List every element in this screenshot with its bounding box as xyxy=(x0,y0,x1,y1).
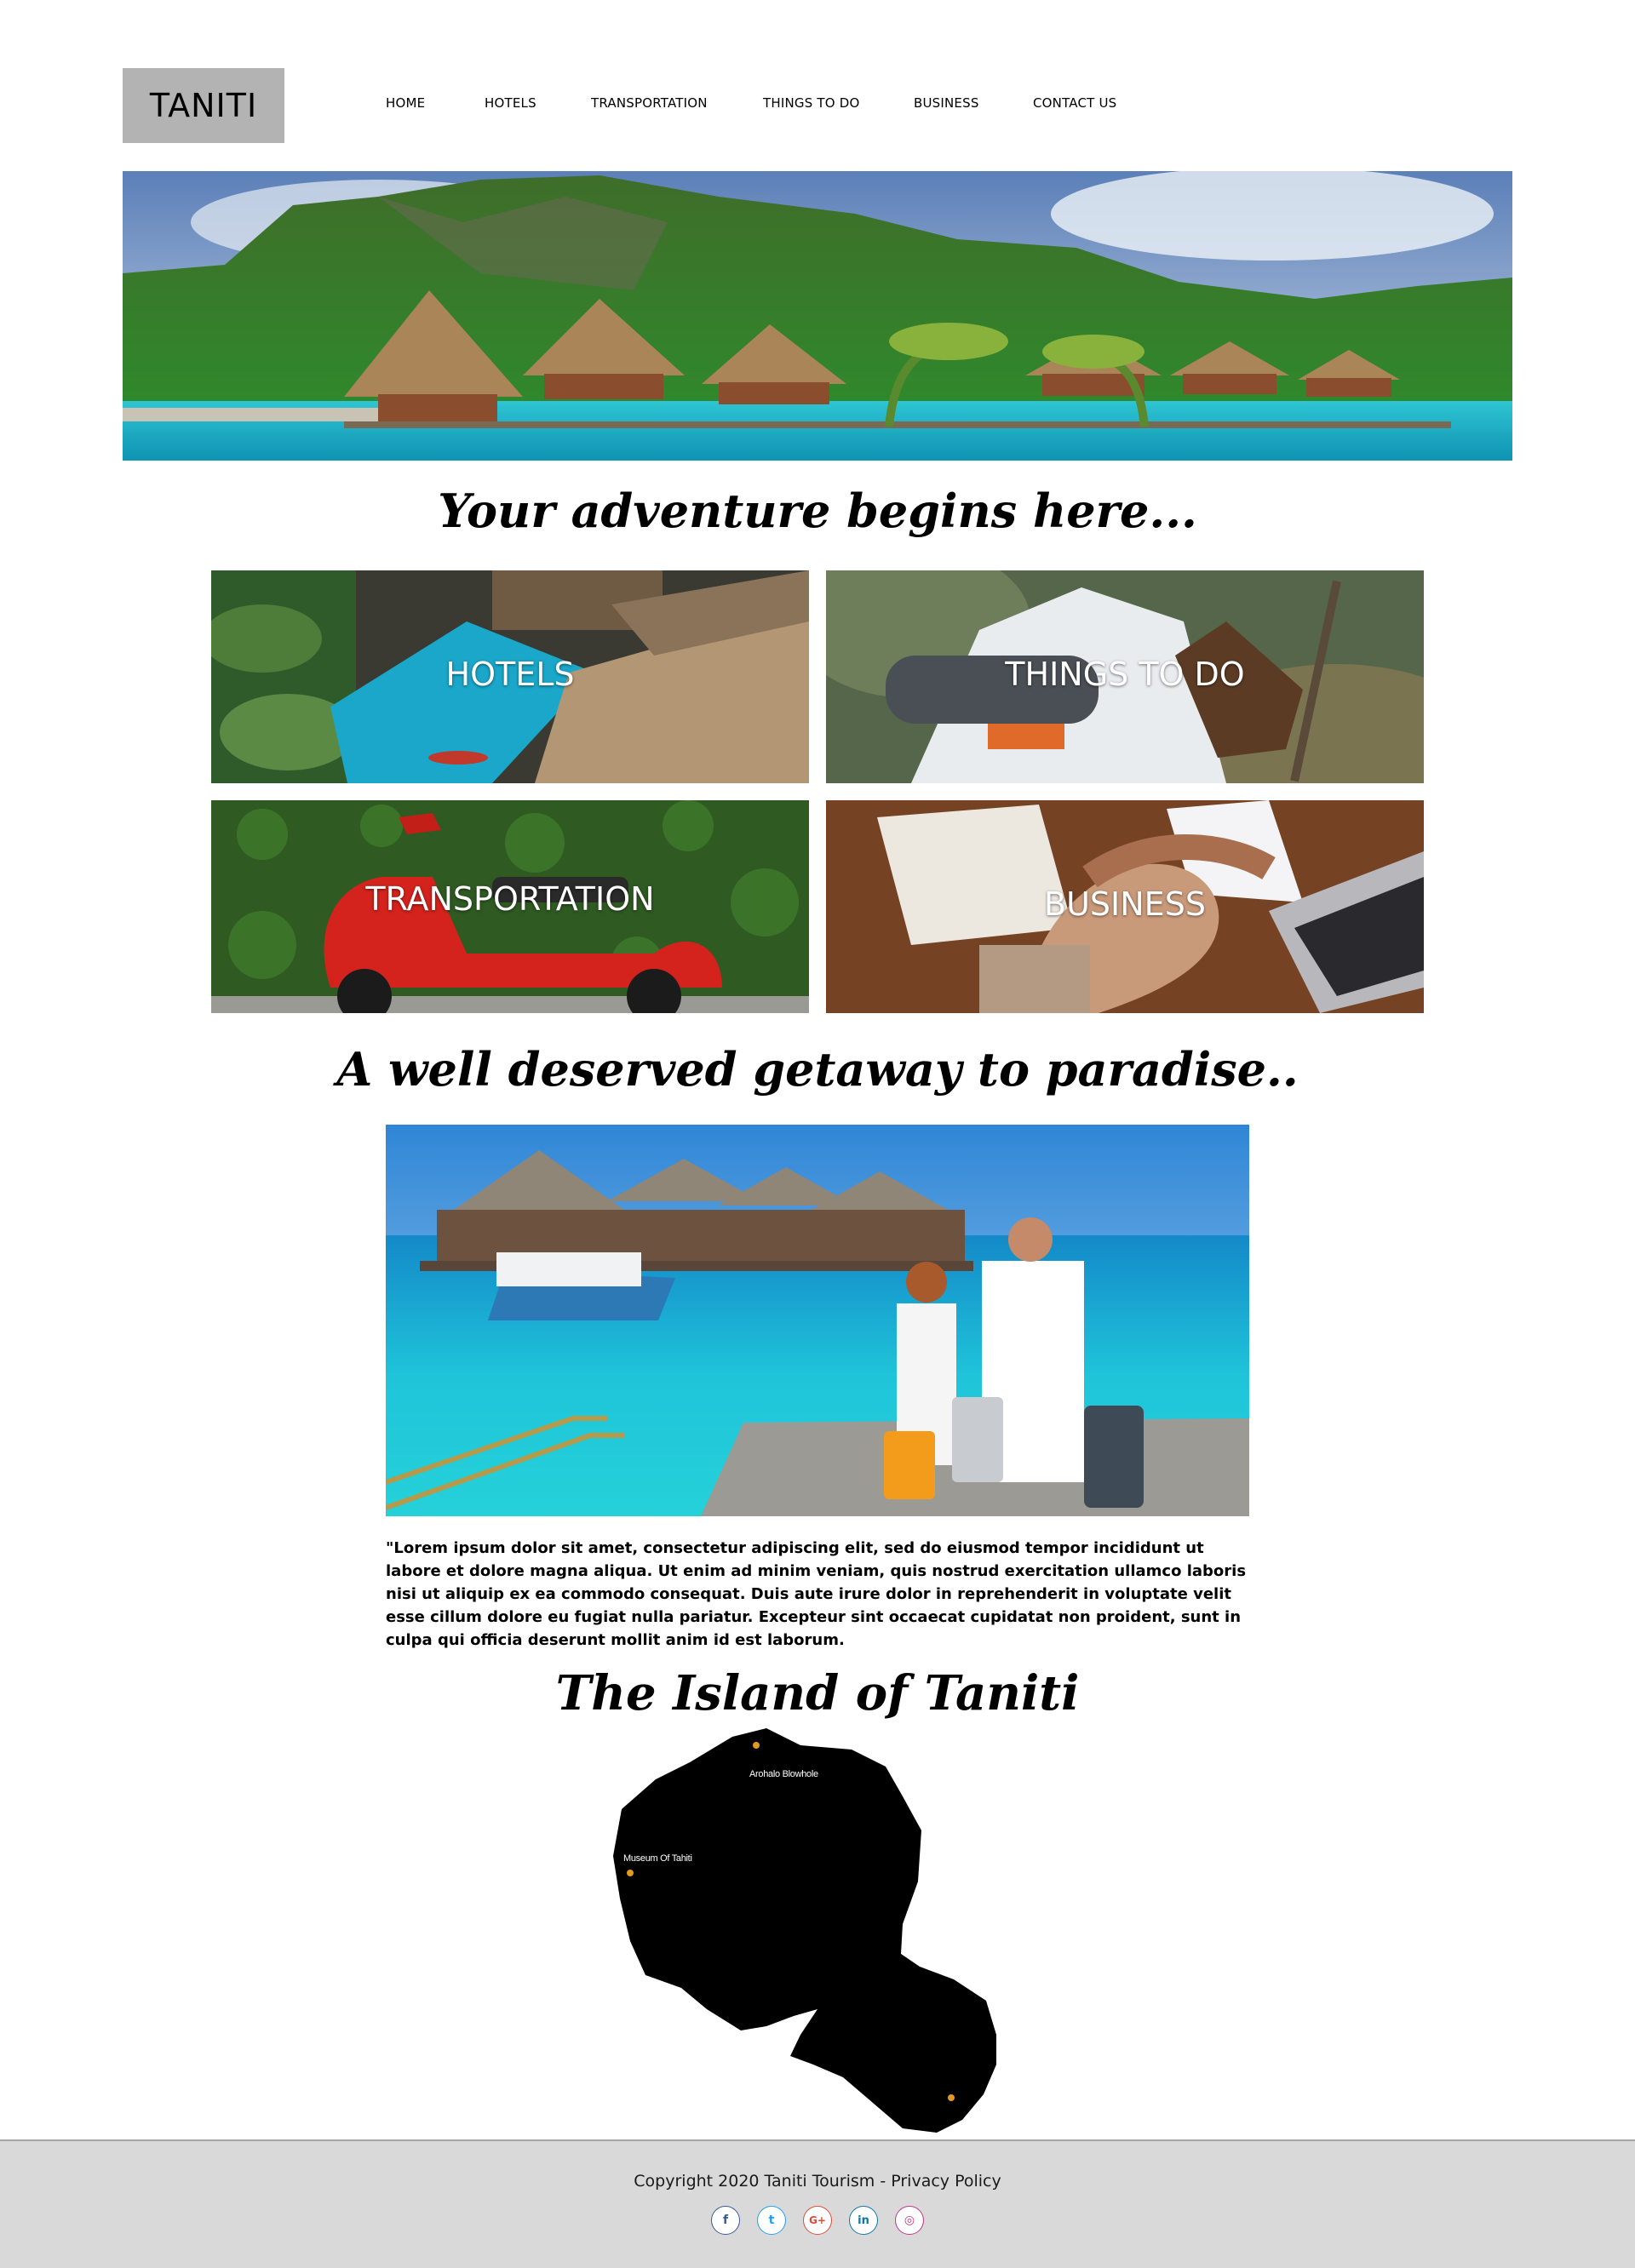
island-silhouette xyxy=(613,1728,996,2133)
couple-resort-image xyxy=(386,1125,1249,1516)
tile-business[interactable]: BUSINESS xyxy=(826,800,1424,1013)
nav-things-to-do[interactable]: THINGS TO DO xyxy=(763,95,860,111)
nav-transportation[interactable]: TRANSPORTATION xyxy=(591,95,708,111)
site-footer: Copyright 2020 Taniti Tourism - Privacy … xyxy=(0,2139,1635,2268)
island-map: Arohalo Blowhole Museum Of Tahiti Grotte… xyxy=(596,1728,1107,2137)
social-links: f t G+ in ◎ xyxy=(0,2206,1635,2235)
nav-contact-us[interactable]: CONTACT US xyxy=(1033,95,1116,111)
nav-hotels[interactable]: HOTELS xyxy=(485,95,536,111)
main-nav: HOME HOTELS TRANSPORTATION THINGS TO DO … xyxy=(0,95,1635,116)
getaway-description: "Lorem ipsum dolor sit amet, consectetur… xyxy=(386,1539,1247,1649)
nav-home[interactable]: HOME xyxy=(386,95,425,111)
tile-things-to-do[interactable]: THINGS TO DO xyxy=(826,570,1424,783)
landmark-arohalo-blowhole[interactable]: Arohalo Blowhole xyxy=(749,1769,818,1779)
copyright-line: Copyright 2020 Taniti Tourism - Privacy … xyxy=(0,2172,1635,2191)
tile-hotels-label: HOTELS xyxy=(445,656,575,693)
nav-business[interactable]: BUSINESS xyxy=(914,95,979,111)
google-plus-icon[interactable]: G+ xyxy=(803,2206,832,2235)
landmark-grotte-vaipori[interactable]: Grotte Vaipori xyxy=(1005,2100,1058,2110)
hero-banner-image xyxy=(123,171,1512,461)
linkedin-icon[interactable]: in xyxy=(849,2206,878,2235)
getaway-heading: A well deserved getaway to paradise.. xyxy=(336,1042,1299,1097)
island-heading: The Island of Taniti xyxy=(555,1665,1080,1721)
tile-business-label: BUSINESS xyxy=(1044,885,1206,923)
twitter-icon[interactable]: t xyxy=(757,2206,786,2235)
tile-transportation-label: TRANSPORTATION xyxy=(365,880,655,918)
copyright-text: Copyright 2020 Taniti Tourism - xyxy=(634,2172,892,2191)
tile-transportation[interactable]: TRANSPORTATION xyxy=(211,800,809,1013)
adventure-heading: Your adventure begins here... xyxy=(438,484,1197,538)
tile-things-to-do-label: THINGS TO DO xyxy=(1005,656,1245,693)
instagram-icon[interactable]: ◎ xyxy=(895,2206,924,2235)
tile-hotels[interactable]: HOTELS xyxy=(211,570,809,783)
landmark-museum-of-tahiti[interactable]: Museum Of Tahiti xyxy=(623,1853,692,1864)
privacy-policy-link[interactable]: Privacy Policy xyxy=(891,2172,1001,2191)
facebook-icon[interactable]: f xyxy=(711,2206,740,2235)
